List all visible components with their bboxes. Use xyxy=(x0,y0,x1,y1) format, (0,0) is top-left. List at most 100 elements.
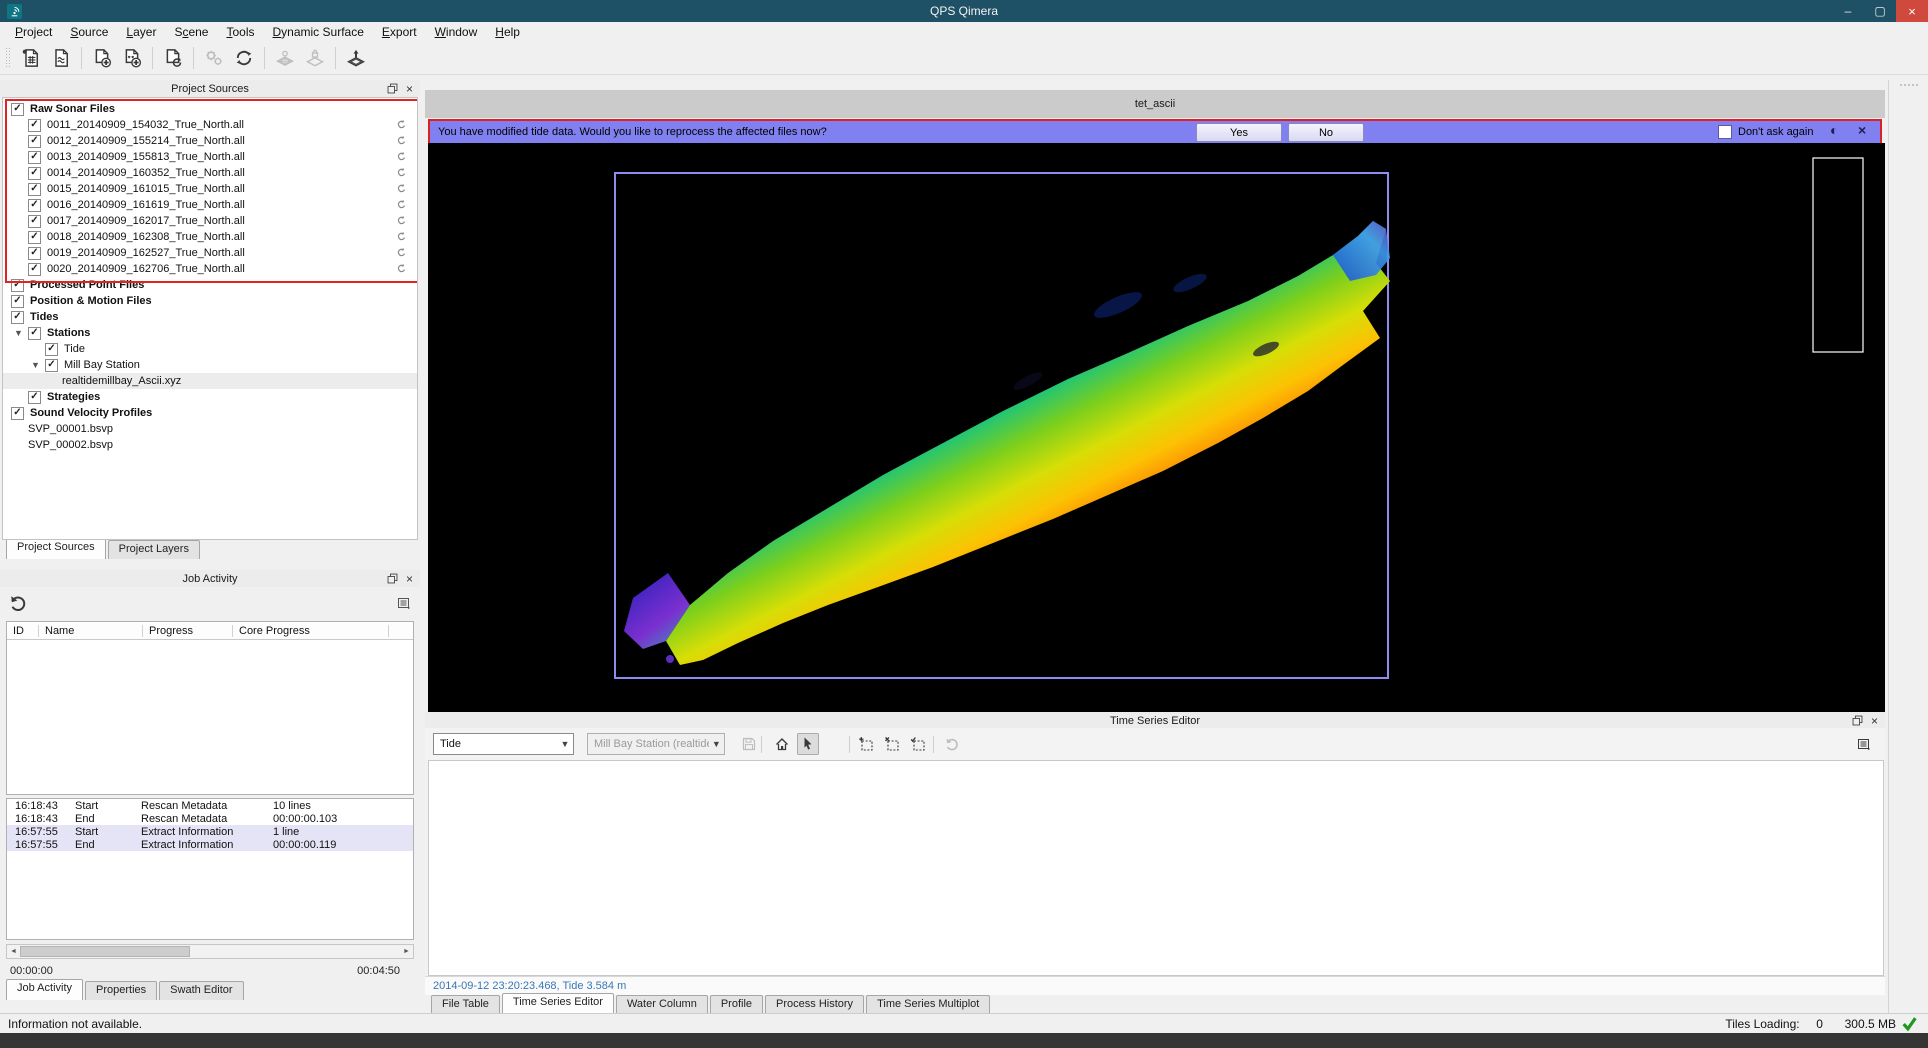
tree-checkbox[interactable]: ✓ xyxy=(45,359,58,372)
tree-item[interactable]: SVP_00001.bsvp xyxy=(3,421,417,437)
tab-process-history[interactable]: Process History xyxy=(765,995,864,1014)
file-refresh-icon[interactable] xyxy=(396,199,407,210)
select-add-icon[interactable] xyxy=(855,733,877,755)
tree-item[interactable]: ✓0016_20140909_161619_True_North.all xyxy=(3,197,417,213)
close-panel-icon[interactable]: × xyxy=(1868,714,1881,727)
job-log-row[interactable]: 16:18:43EndRescan Metadata00:00:00.103 xyxy=(7,812,413,825)
menu-help[interactable]: Help xyxy=(486,23,529,41)
auto-process-sync-icon[interactable] xyxy=(231,45,257,71)
contrast-toggle-icon[interactable]: ◐ xyxy=(1830,122,1838,138)
job-column-header[interactable]: Progress xyxy=(143,625,233,637)
tab-profile[interactable]: Profile xyxy=(710,995,763,1014)
menu-window[interactable]: Window xyxy=(426,23,487,41)
job-log-row[interactable]: 16:57:55EndExtract Information00:00:00.1… xyxy=(7,838,413,851)
tab-project-sources[interactable]: Project Sources xyxy=(6,538,106,559)
tree-checkbox[interactable]: ✓ xyxy=(11,407,24,420)
file-refresh-icon[interactable] xyxy=(396,151,407,162)
job-log-scrollbar[interactable]: ◄ ► xyxy=(6,944,414,959)
menu-export[interactable]: Export xyxy=(373,23,426,41)
menu-layer[interactable]: Layer xyxy=(117,23,165,41)
tree-checkbox[interactable]: ✓ xyxy=(28,231,41,244)
menu-dynamic-surface[interactable]: Dynamic Surface xyxy=(264,23,373,41)
tree-checkbox[interactable]: ✓ xyxy=(28,167,41,180)
job-log-row[interactable]: 16:57:55StartExtract Information1 line xyxy=(7,825,413,838)
tree-checkbox[interactable]: ✓ xyxy=(28,119,41,132)
sounding-grid-export-icon[interactable] xyxy=(343,45,369,71)
tree-item[interactable]: ✓0011_20140909_154032_True_North.all xyxy=(3,117,417,133)
tree-item[interactable]: ✓0015_20140909_161015_True_North.all xyxy=(3,181,417,197)
tree-checkbox[interactable]: ✓ xyxy=(11,279,24,292)
tree-item[interactable]: SVP_00002.bsvp xyxy=(3,437,417,453)
tree-checkbox[interactable]: ✓ xyxy=(28,183,41,196)
file-refresh-icon[interactable] xyxy=(396,183,407,194)
tree-checkbox[interactable]: ✓ xyxy=(28,135,41,148)
dont-ask-checkbox[interactable] xyxy=(1718,125,1732,139)
job-column-header[interactable]: Core Progress xyxy=(233,625,389,637)
magnify-icon[interactable] xyxy=(823,733,845,755)
tab-water-column[interactable]: Water Column xyxy=(616,995,708,1014)
select-remove-icon[interactable] xyxy=(881,733,903,755)
file-refresh-icon[interactable] xyxy=(396,167,407,178)
tide-chart-container[interactable] xyxy=(428,760,1884,976)
menu-scene[interactable]: Scene xyxy=(165,23,217,41)
tree-item[interactable]: realtidemillbay_Ascii.xyz xyxy=(3,373,417,389)
tab-swath-editor[interactable]: Swath Editor xyxy=(159,981,243,1000)
tree-checkbox[interactable]: ✓ xyxy=(28,263,41,276)
tree-checkbox[interactable]: ✓ xyxy=(11,311,24,324)
tree-item[interactable]: ✓0018_20140909_162308_True_North.all xyxy=(3,229,417,245)
tab-project-layers[interactable]: Project Layers xyxy=(108,540,200,559)
tree-item[interactable]: ✓0019_20140909_162527_True_North.all xyxy=(3,245,417,261)
tree-item[interactable]: ✓Raw Sonar Files xyxy=(3,101,417,117)
expand-arrow-icon[interactable]: ▼ xyxy=(14,328,28,338)
tree-item[interactable]: ▼✓Stations xyxy=(3,325,417,341)
new-project-icon[interactable] xyxy=(18,45,44,71)
float-panel-icon[interactable] xyxy=(1851,714,1864,727)
menu-tools[interactable]: Tools xyxy=(217,23,263,41)
tree-checkbox[interactable]: ✓ xyxy=(28,215,41,228)
no-button[interactable]: No xyxy=(1288,123,1364,142)
tree-item[interactable]: ▼✓Mill Bay Station xyxy=(3,357,417,373)
open-project-icon[interactable] xyxy=(48,45,74,71)
tree-item[interactable]: ✓0020_20140909_162706_True_North.all xyxy=(3,261,417,277)
add-raw-sonar-files-icon[interactable] xyxy=(89,45,115,71)
scroll-left-arrow-icon[interactable]: ◄ xyxy=(7,945,20,958)
refresh-jobs-icon[interactable] xyxy=(8,593,28,613)
tree-item[interactable]: ✓Tide xyxy=(3,341,417,357)
tree-checkbox[interactable]: ✓ xyxy=(28,199,41,212)
panel-menu-icon[interactable] xyxy=(1853,733,1875,755)
tree-checkbox[interactable]: ✓ xyxy=(28,391,41,404)
tree-checkbox[interactable]: ✓ xyxy=(11,103,24,116)
series-type-combo[interactable]: Tide▼ xyxy=(433,733,574,755)
scroll-right-arrow-icon[interactable]: ► xyxy=(400,945,413,958)
pointer-icon[interactable] xyxy=(797,733,819,755)
float-panel-icon[interactable] xyxy=(386,82,399,95)
toolbar-grip[interactable] xyxy=(1899,83,1919,88)
tree-item[interactable]: ✓Processed Point Files xyxy=(3,277,417,293)
tree-checkbox[interactable]: ✓ xyxy=(28,151,41,164)
tree-item[interactable]: ✓0014_20140909_160352_True_North.all xyxy=(3,165,417,181)
tree-item[interactable]: ✓Sound Velocity Profiles xyxy=(3,405,417,421)
tab-job-activity[interactable]: Job Activity xyxy=(6,979,83,1000)
close-panel-icon[interactable]: × xyxy=(403,572,416,585)
tree-item[interactable]: ✓Position & Motion Files xyxy=(3,293,417,309)
file-refresh-icon[interactable] xyxy=(396,247,407,258)
tree-item[interactable]: ✓0013_20140909_155813_True_North.all xyxy=(3,149,417,165)
select-accept-icon[interactable] xyxy=(907,733,929,755)
tab-time-series-multiplot[interactable]: Time Series Multiplot xyxy=(866,995,990,1014)
home-icon[interactable] xyxy=(771,733,793,755)
tree-checkbox[interactable]: ✓ xyxy=(28,327,41,340)
scene-3d-view[interactable] xyxy=(428,143,1885,712)
menu-source[interactable]: Source xyxy=(61,23,117,41)
file-refresh-icon[interactable] xyxy=(396,231,407,242)
tree-item[interactable]: ✓Tides xyxy=(3,309,417,325)
tree-checkbox[interactable]: ✓ xyxy=(11,295,24,308)
job-column-header[interactable]: ID xyxy=(7,625,39,637)
job-panel-menu-icon[interactable] xyxy=(396,595,412,611)
menu-project[interactable]: Project xyxy=(6,23,61,41)
file-refresh-icon[interactable] xyxy=(396,215,407,226)
toolbar-grip[interactable] xyxy=(5,47,11,69)
tab-time-series-editor[interactable]: Time Series Editor xyxy=(502,993,614,1014)
yes-button[interactable]: Yes xyxy=(1196,123,1282,142)
tree-item[interactable]: ✓0017_20140909_162017_True_North.all xyxy=(3,213,417,229)
scrollbar-thumb[interactable] xyxy=(20,946,190,957)
